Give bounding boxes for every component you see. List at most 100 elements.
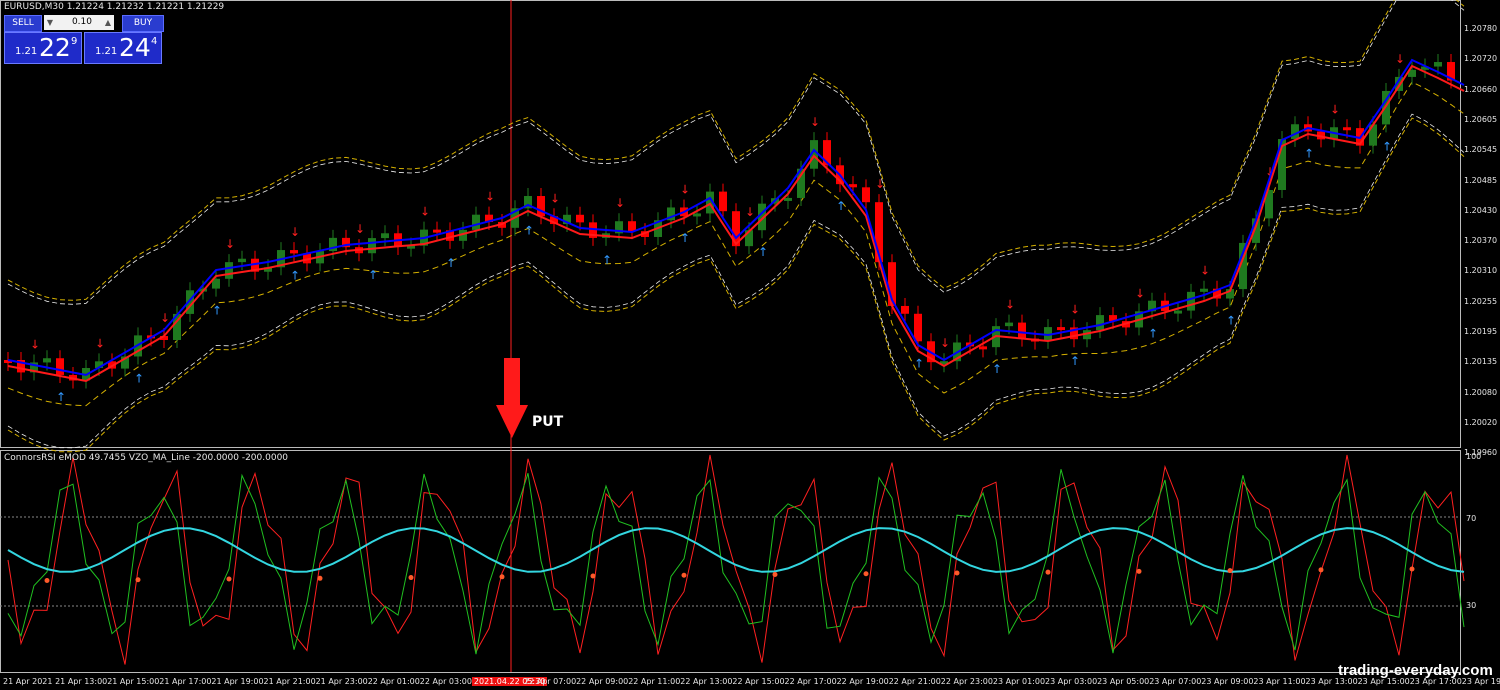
down-arrow-icon: ↓ — [940, 336, 950, 350]
down-arrow-icon: ↓ — [95, 336, 105, 350]
time-label: 22 Apr 17:00 — [784, 677, 837, 686]
up-arrow-icon: ↑ — [56, 390, 66, 404]
oscillator-dot — [317, 575, 323, 581]
candle-body — [1200, 288, 1208, 292]
down-arrow-icon: ↓ — [1200, 264, 1210, 278]
candle-body — [225, 262, 233, 279]
price-label: 1.20430 — [1464, 205, 1498, 215]
up-arrow-icon: ↑ — [290, 268, 300, 282]
candle-body — [693, 213, 701, 217]
oscillator-dot — [226, 576, 232, 582]
candle-body — [979, 346, 987, 350]
down-arrow-icon: ↓ — [550, 191, 560, 205]
price-label: 1.20720 — [1464, 54, 1498, 64]
oscillator-dot — [1227, 568, 1233, 574]
candle-body — [1174, 310, 1182, 314]
buy-button[interactable]: BUY — [122, 15, 164, 32]
oscillator-dot — [1045, 569, 1051, 575]
oscillator-dot — [590, 573, 596, 579]
down-arrow-icon: ↓ — [485, 190, 495, 204]
candle-body — [849, 184, 857, 188]
oscillator-dot — [408, 575, 414, 581]
price-label: 1.20605 — [1464, 114, 1498, 124]
down-arrow-icon: ↓ — [420, 205, 430, 219]
time-label: 22 Apr 03:00 — [419, 677, 472, 686]
oscillator-dot — [135, 577, 141, 583]
sell-price-prefix: 1.21 — [15, 46, 38, 57]
candle-body — [238, 258, 246, 263]
candle-body — [1057, 327, 1065, 331]
candle-body — [537, 196, 545, 217]
down-arrow-icon: ↓ — [1135, 286, 1145, 300]
lot-size-value: 0.10 — [71, 17, 92, 27]
time-label: 22 Apr 15:00 — [732, 677, 785, 686]
oscillator-dot — [1409, 566, 1415, 572]
up-arrow-icon: ↑ — [914, 356, 924, 370]
time-label: 22 Apr 23:00 — [940, 677, 993, 686]
price-label: 1.20195 — [1464, 327, 1498, 336]
candle-body — [43, 358, 51, 363]
time-label: 23 Apr 05:00 — [1097, 677, 1150, 686]
oscillator-dot — [954, 570, 960, 576]
down-arrow-icon: ↓ — [30, 337, 40, 351]
lot-decrease-icon[interactable]: ▼ — [44, 15, 56, 30]
oscillator-dot — [1318, 567, 1324, 573]
buy-price-button[interactable]: 1.21 24 4 — [84, 32, 162, 64]
price-label: 1.20370 — [1464, 236, 1498, 246]
candle-body — [433, 229, 441, 233]
candle-body — [56, 358, 64, 375]
time-label: 23 Apr 01:00 — [992, 677, 1046, 686]
oscillator-title: ConnorsRSI eMOD 49.7455 VZO_MA_Line -200… — [4, 453, 289, 463]
candle-body — [1343, 127, 1351, 131]
up-arrow-icon: ↑ — [1070, 354, 1080, 368]
lot-size-field[interactable]: ▼ 0.10 ▲ — [44, 15, 114, 30]
price-label: 1.20780 — [1464, 24, 1498, 33]
price-label: 1.20485 — [1464, 175, 1498, 185]
candle-body — [1096, 315, 1104, 331]
price-label: 1.20660 — [1464, 84, 1498, 94]
candle-body — [1187, 291, 1195, 311]
time-label: 22 Apr 09:00 — [576, 677, 629, 686]
candle-body — [784, 197, 792, 201]
time-label: 23 Apr 07:00 — [1149, 677, 1202, 686]
main-chart-title: EURUSD,M30 1.21224 1.21232 1.21221 1.212… — [4, 2, 225, 12]
oscillator-dot — [44, 578, 50, 584]
put-arrow-icon — [496, 358, 528, 438]
up-arrow-icon: ↑ — [836, 199, 846, 213]
up-arrow-icon: ↑ — [1382, 139, 1392, 153]
sell-button[interactable]: SELL — [4, 15, 42, 32]
candle-body — [381, 233, 389, 239]
down-arrow-icon: ↓ — [1395, 52, 1405, 66]
lot-increase-icon[interactable]: ▲ — [102, 15, 114, 30]
oscillator-dot — [863, 571, 869, 577]
sell-price-sup: 9 — [71, 36, 78, 47]
up-arrow-icon: ↑ — [524, 223, 534, 237]
candle-body — [1005, 322, 1013, 327]
time-label: 21 Apr 2021 — [3, 677, 53, 686]
time-label: 23 Apr 11:00 — [1253, 677, 1306, 686]
up-arrow-icon: ↑ — [1304, 146, 1314, 160]
down-arrow-icon: ↓ — [1330, 102, 1340, 116]
price-label: 1.20255 — [1464, 296, 1498, 306]
up-arrow-icon: ↑ — [680, 231, 690, 245]
time-label: 22 Apr 11:00 — [628, 677, 681, 686]
oscillator-dot — [772, 572, 778, 578]
down-arrow-icon: ↓ — [875, 177, 885, 191]
candle-body — [1018, 322, 1026, 339]
chart-canvas[interactable]: ↓↑↓↑↓↑↓↓↑↓↑↓↑↓↑↓↑↓↓↑↓↑↓↑↓↑↓↑↓ ↓↑↓↑↓↑↓↑↓↑↓ — [0, 0, 1500, 690]
sell-price-button[interactable]: 1.21 22 9 — [4, 32, 82, 64]
up-arrow-icon: ↑ — [992, 362, 1002, 376]
candle-body — [576, 214, 584, 223]
up-arrow-icon: ↑ — [134, 371, 144, 385]
time-label: 23 Apr 09:00 — [1201, 677, 1254, 686]
down-arrow-icon: ↓ — [355, 222, 365, 236]
down-arrow-icon: ↓ — [225, 237, 235, 251]
price-label: 1.20310 — [1464, 266, 1498, 276]
time-label: 22 Apr 13:00 — [680, 677, 733, 686]
candle-body — [914, 313, 922, 342]
down-arrow-icon: ↓ — [290, 225, 300, 239]
up-arrow-icon: ↑ — [212, 304, 222, 318]
up-arrow-icon: ↑ — [602, 253, 612, 267]
candle-body — [368, 238, 376, 254]
time-label: 21 Apr 23:00 — [315, 677, 368, 686]
